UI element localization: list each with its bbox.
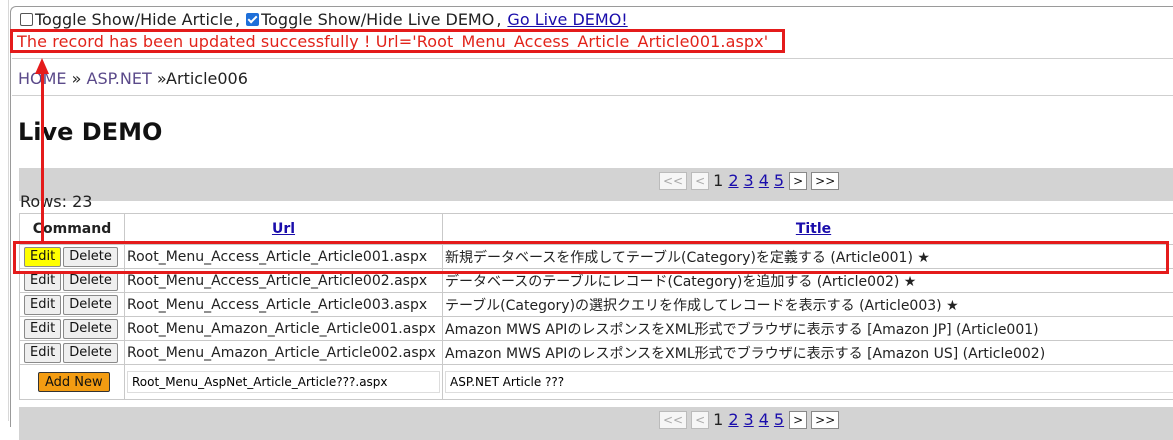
pager-page-3[interactable]: 3: [744, 171, 754, 190]
edit-button[interactable]: Edit: [24, 247, 61, 267]
divider: [12, 58, 1173, 59]
row-commands: EditDelete: [20, 293, 125, 317]
pager-next-button[interactable]: >: [789, 172, 807, 190]
delete-button[interactable]: Delete: [63, 271, 118, 291]
pager-page-2[interactable]: 2: [728, 410, 738, 429]
message-annotation-box: [10, 29, 785, 53]
header-title: Title: [443, 214, 1173, 245]
pager-page-3[interactable]: 3: [744, 410, 754, 429]
row-url: Root_Menu_Access_Article_Article003.aspx: [125, 293, 443, 317]
toggle-bar: Toggle Show/Hide Article , Toggle Show/H…: [20, 10, 628, 29]
new-row-commands: Add New: [20, 365, 125, 400]
pager: << < 1 2 3 4 5 > >>: [659, 171, 843, 190]
divider: [12, 95, 1173, 96]
page-title: Live DEMO: [18, 118, 162, 146]
new-url-cell: [125, 365, 443, 400]
table-row: EditDelete Root_Menu_Access_Article_Arti…: [20, 245, 1173, 269]
toggle-demo-checkbox[interactable]: [246, 13, 259, 26]
pager-last-button[interactable]: >>: [811, 172, 839, 190]
header-command: Command: [20, 214, 125, 245]
separator: ,: [496, 10, 501, 29]
row-commands: EditDelete: [20, 317, 125, 341]
header-url: Url: [125, 214, 443, 245]
rows-count: Rows: 23: [20, 192, 92, 211]
table-row: EditDelete Root_Menu_Access_Article_Arti…: [20, 293, 1173, 317]
delete-button[interactable]: Delete: [63, 343, 118, 363]
breadcrumb-current: »Article006: [157, 69, 248, 88]
new-title-cell: [443, 365, 1173, 400]
row-title: Amazon MWS APIのレスポンスをXML形式でブラウザに表示する [Am…: [443, 341, 1173, 365]
table-header-row: Command Url Title: [20, 214, 1173, 245]
toggle-article-checkbox[interactable]: [20, 13, 33, 26]
pager-bottom: << < 1 2 3 4 5 > >>: [659, 410, 843, 429]
breadcrumb-aspnet-link[interactable]: ASP.NET: [87, 69, 152, 88]
delete-button[interactable]: Delete: [63, 319, 118, 339]
toggle-demo-label[interactable]: Toggle Show/Hide Live DEMO: [261, 10, 494, 29]
row-title: 新規データベースを作成してテーブル(Category)を定義する (Articl…: [443, 245, 1173, 269]
row-commands: EditDelete: [20, 245, 125, 269]
pager-page-1: 1: [713, 410, 723, 429]
pager-prev-button[interactable]: <: [691, 411, 709, 429]
pager-first-button[interactable]: <<: [659, 172, 687, 190]
pager-page-4[interactable]: 4: [759, 410, 769, 429]
row-commands: EditDelete: [20, 269, 125, 293]
edit-button[interactable]: Edit: [24, 271, 61, 291]
new-url-input[interactable]: [127, 371, 440, 393]
pager-next-button[interactable]: >: [789, 411, 807, 429]
table-row: EditDelete Root_Menu_Amazon_Article_Arti…: [20, 317, 1173, 341]
edit-button[interactable]: Edit: [24, 295, 61, 315]
edit-button[interactable]: Edit: [24, 343, 61, 363]
pager-bar-bottom: << < 1 2 3 4 5 > >>: [19, 407, 1173, 440]
edit-button[interactable]: Edit: [24, 319, 61, 339]
annotation-arrow-head: [35, 58, 49, 74]
row-url: Root_Menu_Access_Article_Article002.aspx: [125, 269, 443, 293]
pager-bar-top: << < 1 2 3 4 5 > >>: [19, 168, 1173, 201]
pager-page-1: 1: [713, 171, 723, 190]
delete-button[interactable]: Delete: [63, 247, 118, 267]
annotation-arrow-line: [41, 72, 44, 242]
add-new-button[interactable]: Add New: [38, 372, 110, 392]
breadcrumb-separator: »: [72, 69, 82, 88]
row-url: Root_Menu_Amazon_Article_Article002.aspx: [125, 341, 443, 365]
pager-page-4[interactable]: 4: [759, 171, 769, 190]
table-row: EditDelete Root_Menu_Access_Article_Arti…: [20, 269, 1173, 293]
pager-page-5[interactable]: 5: [774, 171, 784, 190]
delete-button[interactable]: Delete: [63, 295, 118, 315]
pager-prev-button[interactable]: <: [691, 172, 709, 190]
toggle-article-label[interactable]: Toggle Show/Hide Article: [35, 10, 233, 29]
row-url: Root_Menu_Amazon_Article_Article001.aspx: [125, 317, 443, 341]
row-url: Root_Menu_Access_Article_Article001.aspx: [125, 245, 443, 269]
go-live-demo-link[interactable]: Go Live DEMO!: [507, 10, 627, 29]
row-title: データベースのテーブルにレコード(Category)を追加する (Article…: [443, 269, 1173, 293]
row-commands: EditDelete: [20, 341, 125, 365]
row-title: テーブル(Category)の選択クエリを作成してレコードを表示する (Arti…: [443, 293, 1173, 317]
table-row: EditDelete Root_Menu_Amazon_Article_Arti…: [20, 341, 1173, 365]
breadcrumb: HOME » ASP.NET »Article006: [18, 69, 248, 88]
row-title: Amazon MWS APIのレスポンスをXML形式でブラウザに表示する [Am…: [443, 317, 1173, 341]
new-record-row: Add New: [20, 365, 1173, 400]
sort-title-link[interactable]: Title: [796, 221, 831, 237]
new-title-input[interactable]: [445, 371, 1173, 393]
articles-table: Command Url Title EditDelete Root_Menu_A…: [19, 213, 1173, 400]
pager-page-2[interactable]: 2: [728, 171, 738, 190]
pager-last-button[interactable]: >>: [811, 411, 839, 429]
sort-url-link[interactable]: Url: [272, 221, 295, 237]
pager-page-5[interactable]: 5: [774, 410, 784, 429]
separator: ,: [235, 10, 240, 29]
pager-first-button[interactable]: <<: [659, 411, 687, 429]
left-border: [0, 0, 9, 421]
